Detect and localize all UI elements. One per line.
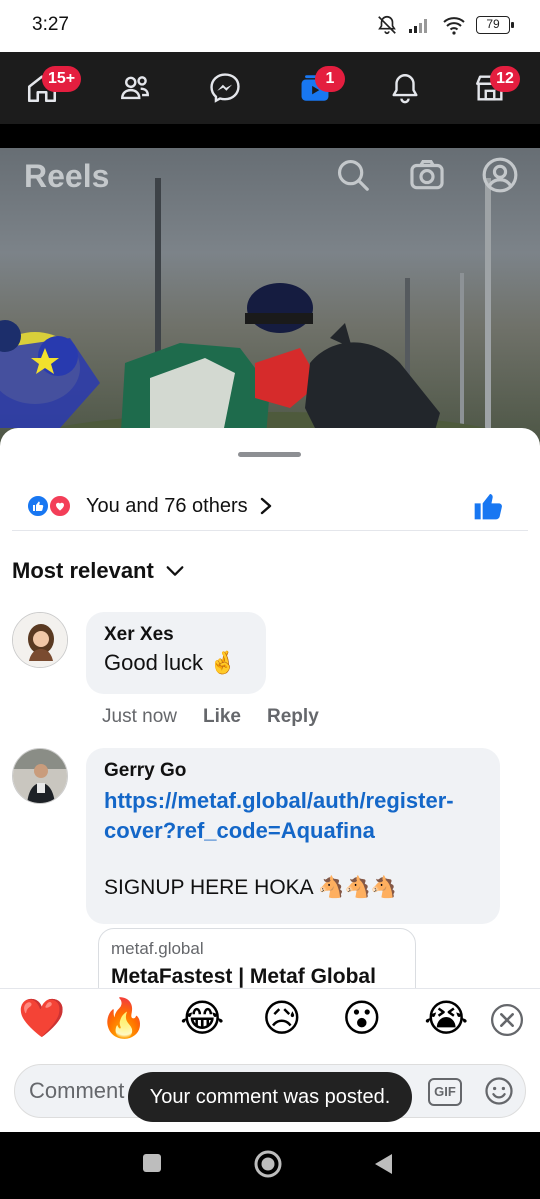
reply-link[interactable]: Reply: [267, 706, 319, 728]
status-time: 3:27: [32, 14, 69, 35]
chevron-right-icon: [260, 497, 271, 515]
home-button-icon[interactable]: [254, 1150, 282, 1178]
link-preview-card[interactable]: metaf.global MetaFastest | Metaf Global: [98, 928, 416, 988]
nav-friends[interactable]: [111, 64, 159, 112]
wifi-icon: [443, 17, 465, 35]
drag-handle[interactable]: [238, 452, 301, 457]
comment-link-line1: https://metaf.global/auth/register-: [104, 788, 454, 813]
battery-icon: 79: [476, 16, 514, 34]
avatar[interactable]: [12, 748, 68, 804]
messenger-icon: [210, 73, 240, 103]
reels-video[interactable]: Reels: [0, 148, 540, 448]
facebook-top-nav: 15+ 1 12: [0, 52, 540, 124]
comment-link-line2: cover?ref_code=Aquafina: [104, 818, 375, 843]
divider: [12, 530, 528, 531]
avatar[interactable]: [12, 612, 68, 668]
nav-watch[interactable]: 1: [291, 64, 345, 112]
comment-actions: Just now Like Reply: [102, 706, 319, 728]
comment-author[interactable]: Gerry Go: [104, 760, 482, 782]
sort-label: Most relevant: [12, 558, 154, 583]
friends-icon: [121, 76, 149, 100]
comment-text: SIGNUP HERE HOKA 🐴🐴🐴: [104, 876, 397, 899]
love-reaction-icon: [48, 494, 72, 518]
home-badge: 15+: [42, 66, 82, 92]
emoji-joy[interactable]: 😂: [180, 997, 224, 1041]
comment-timestamp: Just now: [102, 706, 177, 727]
comment-placeholder: Comment: [29, 1078, 125, 1103]
nav-messenger[interactable]: [201, 64, 249, 112]
emoji-fire[interactable]: 🔥: [100, 997, 147, 1041]
reaction-icons: [26, 493, 76, 519]
comment-item: Xer Xes Good luck 🤞 Just now Like Reply: [12, 612, 500, 732]
preview-title: MetaFastest | Metaf Global: [111, 965, 376, 988]
like-button-icon[interactable]: [472, 490, 504, 522]
status-icons: 79: [376, 14, 514, 36]
reactions-summary[interactable]: You and 76 others: [26, 486, 506, 526]
emoji-heart[interactable]: ❤️: [18, 997, 65, 1041]
emoji-quick-bar: ❤️ 🔥 😂 😥 😮 😭: [0, 988, 540, 1050]
back-icon[interactable]: [372, 1152, 394, 1176]
like-link[interactable]: Like: [203, 706, 241, 728]
emoji-sad[interactable]: 😥: [262, 997, 302, 1041]
comment-author[interactable]: Xer Xes: [104, 624, 248, 646]
system-nav-bar: [0, 1132, 540, 1199]
comments-sheet: You and 76 others Most relevant Xer Xes …: [0, 428, 540, 988]
watch-badge: 1: [315, 66, 345, 92]
mute-icon: [378, 15, 396, 35]
nav-home[interactable]: 15+: [18, 64, 82, 112]
like-reaction-icon: [26, 494, 50, 518]
reactions-count: You and 76 others: [86, 494, 248, 517]
signal-icon: [409, 19, 427, 33]
emoji-crying[interactable]: 😭: [424, 997, 468, 1041]
close-emoji-bar-icon[interactable]: [490, 1003, 524, 1037]
nav-marketplace[interactable]: 12: [466, 64, 520, 112]
emoji-surprised[interactable]: 😮: [342, 997, 382, 1041]
recents-icon[interactable]: [141, 1152, 163, 1174]
comment-bubble[interactable]: Xer Xes Good luck 🤞: [86, 612, 266, 694]
preview-domain: metaf.global: [111, 939, 204, 958]
nav-notifications[interactable]: [381, 64, 429, 112]
sort-dropdown[interactable]: Most relevant: [12, 558, 186, 584]
gif-button[interactable]: GIF: [428, 1078, 462, 1106]
reels-title: Reels: [24, 158, 110, 194]
toast-message: Your comment was posted.: [128, 1072, 412, 1122]
comment-link[interactable]: https://metaf.global/auth/register- cove…: [104, 786, 482, 846]
emoji-picker-icon[interactable]: [484, 1076, 514, 1106]
profile-icon[interactable]: [481, 156, 519, 194]
marketplace-badge: 12: [490, 66, 520, 92]
camera-icon[interactable]: [408, 156, 446, 194]
status-bar: 3:27 79: [0, 0, 540, 52]
chevron-down-icon: [166, 566, 184, 576]
comment-item: Gerry Go https://metaf.global/auth/regis…: [12, 748, 500, 988]
comment-bubble[interactable]: Gerry Go https://metaf.global/auth/regis…: [86, 748, 500, 924]
comment-text: Good luck 🤞: [104, 650, 237, 675]
bell-icon: [392, 74, 418, 104]
search-icon[interactable]: [334, 156, 372, 194]
